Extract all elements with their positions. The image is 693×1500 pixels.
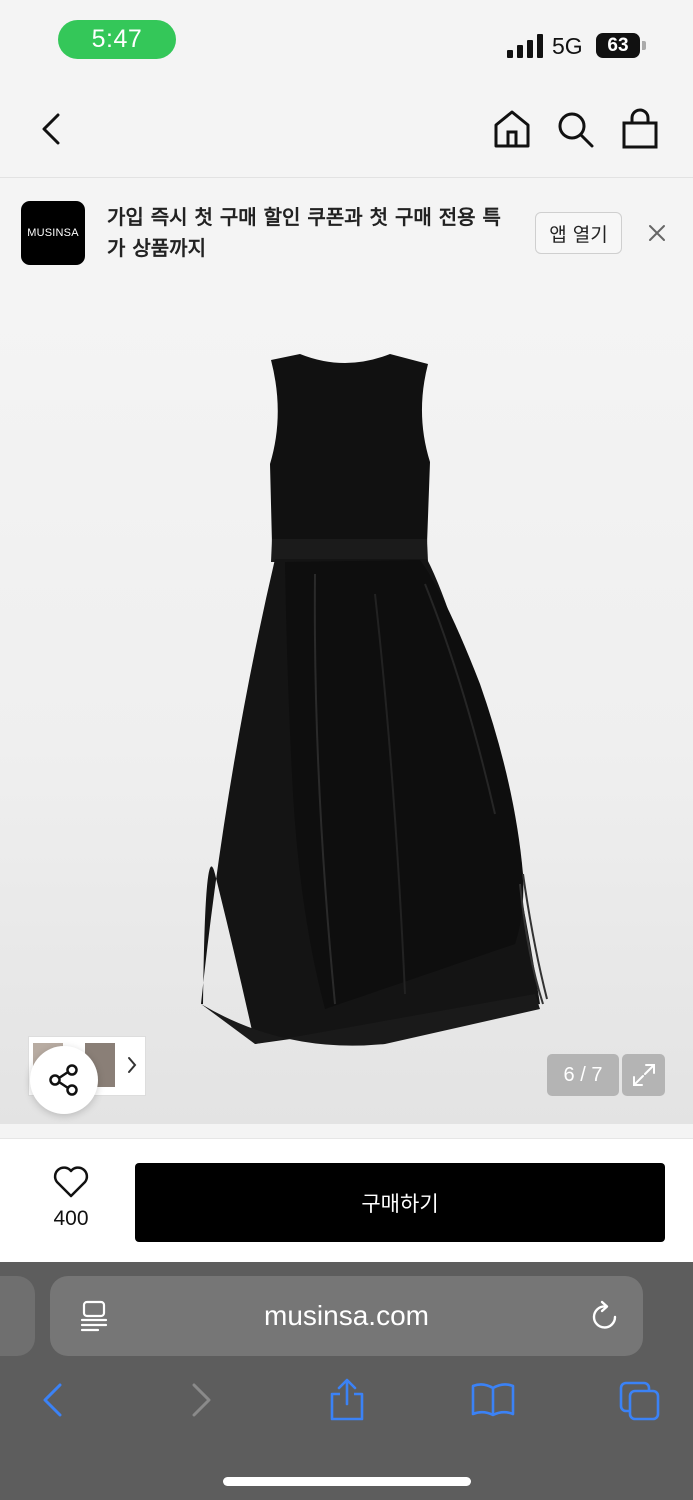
banner-message: 가입 즉시 첫 구매 할인 쿠폰과 첫 구매 전용 특가 상품까지 <box>107 205 501 260</box>
chevron-right-icon[interactable] <box>127 1056 137 1074</box>
forward-arrow-icon[interactable] <box>190 1382 214 1418</box>
heart-icon <box>53 1166 89 1198</box>
header-nav <box>0 84 693 178</box>
address-bar[interactable]: musinsa.com <box>50 1276 643 1356</box>
back-icon[interactable] <box>38 112 64 146</box>
battery-cap <box>642 41 646 50</box>
expand-button[interactable] <box>622 1054 665 1096</box>
battery-icon: 63 <box>596 33 640 58</box>
home-icon[interactable] <box>492 108 532 150</box>
image-counter: 6 / 7 <box>547 1054 619 1096</box>
home-indicator <box>223 1477 471 1486</box>
share-icon <box>49 1064 78 1096</box>
like-count: 400 <box>53 1207 89 1230</box>
search-icon[interactable] <box>556 110 596 150</box>
product-image-dress <box>201 354 548 1046</box>
reload-icon[interactable] <box>590 1300 620 1332</box>
product-image-gallery[interactable]: 6 / 7 <box>0 288 693 1124</box>
bookmarks-icon[interactable] <box>470 1382 516 1418</box>
purchase-bar: 400 구매하기 <box>0 1138 693 1262</box>
tabs-icon[interactable] <box>618 1380 662 1422</box>
signal-icon <box>507 34 543 58</box>
browser-toolbar: musinsa.com <box>0 1262 693 1500</box>
share-sheet-icon[interactable] <box>328 1376 366 1422</box>
open-app-button[interactable]: 앱 열기 <box>535 212 622 254</box>
previous-tab-preview[interactable] <box>0 1276 35 1356</box>
musinsa-logo: MUSINSA <box>21 201 85 265</box>
status-time: 5:47 <box>58 20 176 59</box>
expand-icon <box>632 1064 655 1086</box>
network-type: 5G <box>552 33 583 59</box>
close-icon[interactable] <box>647 223 667 243</box>
buy-button[interactable]: 구매하기 <box>135 1163 665 1242</box>
url-text[interactable]: musinsa.com <box>50 1276 643 1356</box>
back-arrow-icon[interactable] <box>40 1382 64 1418</box>
app-install-banner: MUSINSA 가입 즉시 첫 구매 할인 쿠폰과 첫 구매 전용 특가 상품까… <box>0 178 693 288</box>
share-button[interactable] <box>30 1046 98 1114</box>
status-bar: 5:47 5G 63 <box>0 0 693 84</box>
shopping-bag-icon[interactable] <box>621 108 659 150</box>
like-button[interactable]: 400 <box>30 1165 112 1235</box>
